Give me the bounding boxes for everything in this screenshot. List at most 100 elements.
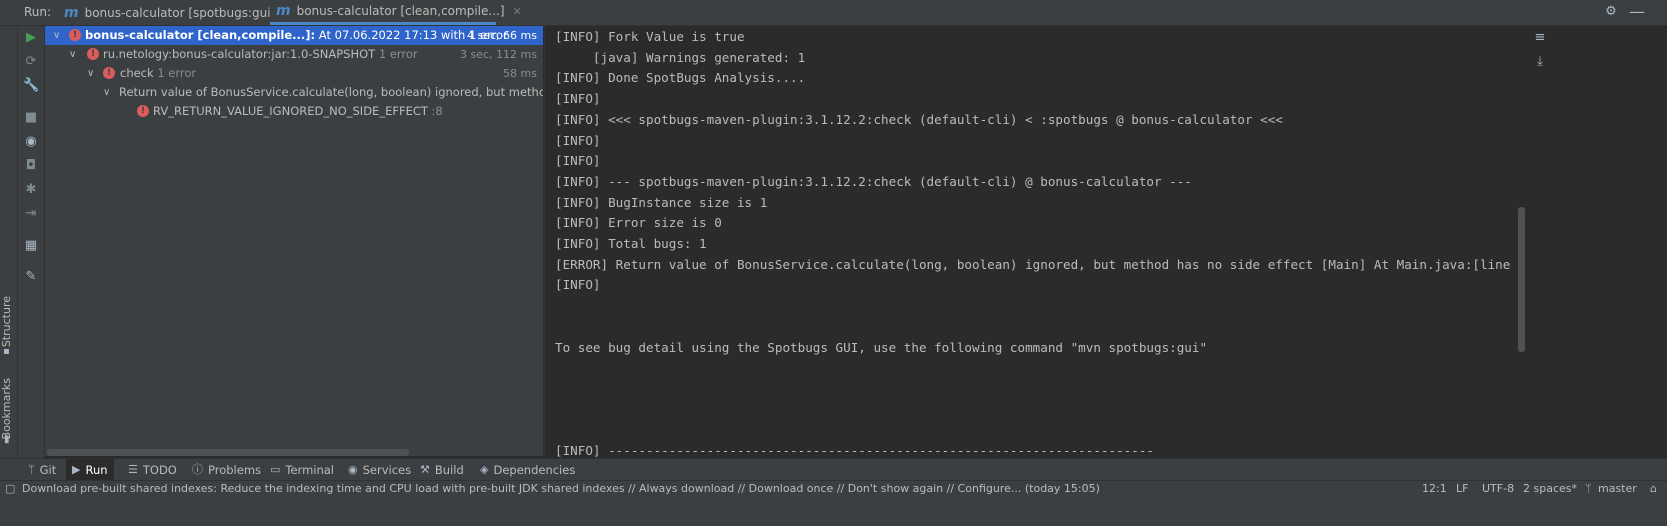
tree-check-row[interactable]: ∨ ! check 1 error 58 ms (45, 64, 543, 83)
tool-tab-label: Build (434, 463, 464, 477)
gear-icon[interactable]: ⚙ (1603, 4, 1619, 20)
indent-setting[interactable]: 2 spaces* (1523, 482, 1577, 495)
console-line: [INFO] <<< spotbugs-maven-plugin:3.1.12.… (555, 111, 1283, 127)
structure-tab[interactable]: Structure (0, 296, 17, 347)
tool-tab-git[interactable]: ᛘ Git (22, 459, 62, 481)
stop-icon[interactable]: ■ (23, 110, 39, 126)
tool-tab-build[interactable]: ⚒ Build (414, 459, 470, 481)
tab-label: bonus-calculator [spotbugs:gui] (84, 5, 276, 20)
console-line: [INFO] Error size is 0 (555, 215, 722, 231)
tree-check-detail: 1 error (157, 66, 197, 80)
minimize-icon[interactable]: — (1629, 4, 1645, 20)
console-line: [INFO] (555, 153, 601, 169)
tool-tab-problems[interactable]: ⓘ Problems (186, 459, 267, 481)
tool-tab-label: Run (85, 463, 108, 477)
tool-tab-label: Terminal (285, 463, 335, 477)
chevron-down-icon[interactable]: ∨ (103, 83, 110, 102)
error-icon: ! (103, 67, 115, 79)
list-icon: ☰ (128, 463, 138, 476)
tool-tab-terminal[interactable]: ▭ Terminal (264, 459, 340, 481)
tree-root-time: 4 sec, 66 ms (467, 29, 537, 42)
camera-icon[interactable]: ◘ (23, 158, 39, 174)
run-icon: ▶ (72, 463, 81, 476)
error-icon: ! (69, 29, 81, 41)
console-vertical-scrollbar[interactable] (1518, 207, 1525, 352)
debug-icon[interactable]: ⟳ (23, 54, 39, 70)
console-line: [INFO] (555, 277, 601, 293)
bug-icon[interactable]: ✱ (23, 182, 39, 198)
tree-bug-detail: :8 (427, 104, 443, 118)
eye-icon[interactable]: ◉ (23, 134, 39, 150)
error-icon: ! (87, 48, 99, 60)
tool-tab-todo[interactable]: ☰ TODO (122, 459, 183, 481)
run-label: Run: (24, 5, 52, 19)
window-icon[interactable]: ▢ (5, 482, 15, 495)
console-line: [INFO] --- spotbugs-maven-plugin:3.1.12.… (555, 173, 1192, 189)
tree-check-time: 58 ms (503, 67, 537, 80)
tool-tab-services[interactable]: ◉ Services (342, 459, 417, 481)
git-branch-icon: ᛘ (1585, 482, 1592, 495)
tree-bug-name: RV_RETURN_VALUE_IGNORED_NO_SIDE_EFFECT (153, 104, 428, 118)
close-icon[interactable]: ✕ (513, 5, 522, 18)
services-icon: ◉ (348, 463, 358, 476)
pin-icon[interactable]: ✎ (23, 269, 39, 285)
layout-icon[interactable]: ▦ (23, 238, 39, 254)
caret-position[interactable]: 12:1 (1422, 482, 1447, 495)
left-tool-stripe: Structure ▪ Bookmarks ▮ (0, 26, 18, 484)
bookmark-icon: ▮ (4, 434, 10, 445)
tab-label: bonus-calculator [clean,compile...] (296, 4, 505, 18)
status-bar: ▢ Download pre-built shared indexes: Red… (0, 480, 1667, 499)
chevron-down-icon[interactable]: ∨ (53, 26, 60, 45)
run-tab-bar: Run: m bonus-calculator [spotbugs:gui] ✕… (0, 0, 1667, 26)
tree-root-row[interactable]: ∨ ! bonus-calculator [clean,compile...]:… (45, 26, 543, 45)
tab-spotbugs-gui[interactable]: m bonus-calculator [spotbugs:gui] ✕ (58, 0, 299, 25)
tool-tab-label: Git (39, 463, 57, 477)
maven-icon: m (64, 4, 79, 21)
file-encoding[interactable]: UTF-8 (1482, 482, 1514, 495)
tree-root-name: bonus-calculator [clean,compile...]: (85, 28, 316, 42)
console-line: [INFO] BugInstance size is 1 (555, 194, 768, 210)
status-message[interactable]: Download pre-built shared indexes: Reduc… (22, 482, 1100, 495)
soft-wrap-icon[interactable]: ≡ (1532, 30, 1548, 46)
tree-issue-name: Return value of BonusService.calculate(l… (119, 85, 543, 99)
scroll-to-end-icon[interactable]: ⤓ (1532, 54, 1548, 70)
tree-issue-row[interactable]: ∨ Return value of BonusService.calculate… (45, 83, 543, 102)
error-icon: ! (137, 105, 149, 117)
tree-horizontal-scrollbar[interactable] (47, 449, 409, 456)
lock-icon[interactable]: ⌂ (1650, 482, 1657, 495)
status-bar-fill (0, 498, 1667, 526)
console-line: To see bug detail using the Spotbugs GUI… (555, 339, 1208, 355)
wrench-icon[interactable]: 🔧 (23, 78, 39, 94)
tree-artifact-time: 3 sec, 112 ms (460, 48, 537, 61)
git-branch-icon: ᛘ (28, 463, 35, 476)
info-icon: ⓘ (192, 463, 203, 476)
console-line: [INFO] ---------------------------------… (555, 443, 1154, 458)
console-output[interactable]: [INFO] Fork Value is true [java] Warning… (544, 26, 1528, 458)
console-line: [ERROR] Return value of BonusService.cal… (555, 256, 1528, 272)
tree-bug-row[interactable]: ! RV_RETURN_VALUE_IGNORED_NO_SIDE_EFFECT… (45, 102, 543, 121)
exit-icon[interactable]: ⇥ (23, 206, 39, 222)
layers-icon: ◈ (480, 463, 489, 476)
chevron-down-icon[interactable]: ∨ (87, 64, 94, 83)
console-line: [INFO] (555, 132, 601, 148)
rerun-icon[interactable]: ▶ (23, 30, 39, 46)
build-tree: ∨ ! bonus-calculator [clean,compile...]:… (45, 26, 543, 456)
tree-artifact-name: ru.netology:bonus-calculator:jar:1.0-SNA… (103, 47, 376, 61)
tree-artifact-detail: 1 error (378, 47, 418, 61)
console-toolbar: ≡ ⤓ (1527, 26, 1553, 458)
hammer-icon: ⚒ (420, 463, 430, 476)
git-branch[interactable]: master (1598, 482, 1637, 495)
tree-artifact-row[interactable]: ∨ ! ru.netology:bonus-calculator:jar:1.0… (45, 45, 543, 64)
console-line: [INFO] Done SpotBugs Analysis.... (555, 70, 806, 86)
tool-tab-label: TODO (142, 463, 177, 477)
console-line: [INFO] (555, 91, 601, 107)
bookmarks-tab[interactable]: Bookmarks (0, 378, 17, 439)
tree-check-name: check (120, 66, 154, 80)
run-toolbar: ▶ ⟳ 🔧 ■ ◉ ◘ ✱ ⇥ ▦ ✎ (18, 26, 45, 484)
tool-tab-label: Dependencies (493, 463, 576, 477)
tool-tab-run[interactable]: ▶ Run (66, 459, 114, 481)
chevron-down-icon[interactable]: ∨ (69, 45, 76, 64)
tool-tab-dependencies[interactable]: ◈ Dependencies (474, 459, 581, 481)
line-separator[interactable]: LF (1456, 482, 1468, 495)
tab-clean-compile[interactable]: m bonus-calculator [clean,compile...] ✕ (270, 0, 522, 25)
